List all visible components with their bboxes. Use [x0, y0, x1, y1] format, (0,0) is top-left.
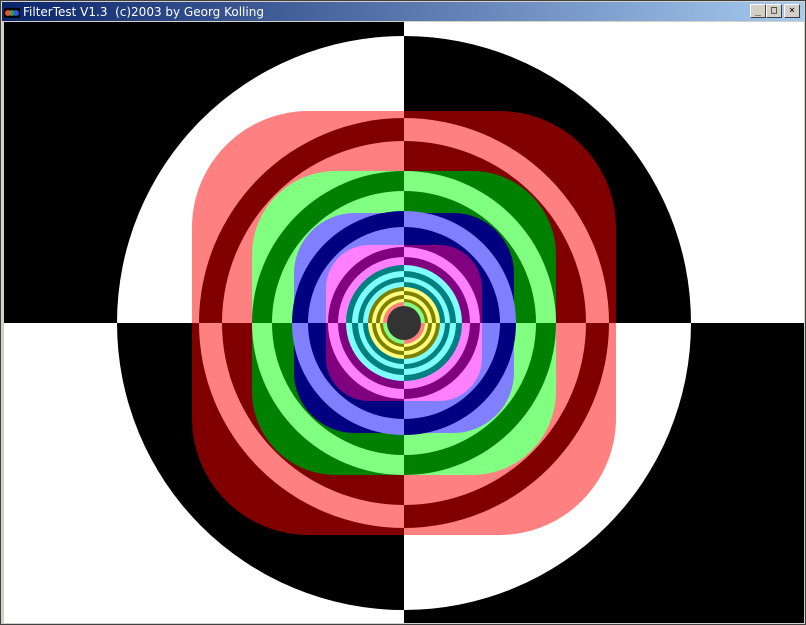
minimize-button[interactable]: _: [750, 4, 766, 18]
close-button[interactable]: ×: [784, 4, 800, 18]
test-pattern-canvas[interactable]: [4, 22, 804, 623]
app-icon[interactable]: [4, 5, 20, 19]
window-title: FilterTest V1.3 (c)2003 by Georg Kolling: [23, 4, 264, 19]
test-pattern-svg: [4, 22, 804, 623]
title-bar[interactable]: FilterTest V1.3 (c)2003 by Georg Kolling…: [2, 2, 804, 21]
filtertest-window: FilterTest V1.3 (c)2003 by Georg Kolling…: [0, 0, 806, 625]
maximize-button[interactable]: □: [766, 4, 782, 18]
window-controls: _ □ ×: [750, 4, 800, 18]
center-dot: [387, 306, 421, 340]
